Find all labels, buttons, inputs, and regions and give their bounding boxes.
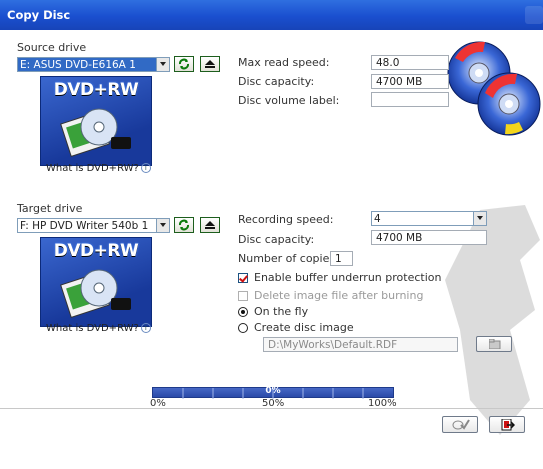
target-drive-label: Target drive [17,202,83,215]
target-what-is-text: What is DVD+RW? [46,323,139,334]
source-media-image: DVD+RW [40,76,152,166]
exit-icon [501,419,515,431]
source-media-logo: DVD+RW [53,80,139,100]
info-icon: i [140,163,151,173]
target-what-is-link[interactable]: What is DVD+RW? i [46,323,151,334]
title-bar: Copy Disc [0,0,543,30]
refresh-icon [179,219,189,231]
progress-percent-label: 0% [265,386,281,396]
window-title: Copy Disc [7,8,71,22]
recording-speed-value: 4 [374,213,381,225]
browse-button[interactable] [476,336,512,352]
max-read-speed-label: Max read speed: [238,56,330,69]
delete-image-checkbox[interactable] [238,291,248,301]
create-image-radio[interactable] [238,323,248,333]
source-eject-button[interactable] [200,56,220,72]
footer-divider [0,408,543,409]
buffer-underrun-checkbox[interactable] [238,273,248,283]
disc-volume-label-field[interactable] [371,92,449,107]
burn-ok-icon [452,419,470,430]
disc-artwork-icon [447,41,541,136]
dialog-body: Source drive E: ASUS DVD-E616A 1 DVD+RW … [0,30,543,469]
folder-browse-icon [489,339,501,349]
copies-label: Number of copies: [238,252,339,265]
dvd-case-icon [60,108,131,157]
source-disc-capacity-label: Disc capacity: [238,75,315,88]
exit-button[interactable] [489,416,525,433]
image-path-field[interactable]: D:\MyWorks\Default.RDF [263,337,458,352]
info-icon: i [140,323,151,333]
delete-image-label: Delete image file after burning [254,289,424,302]
copies-field[interactable]: 1 [330,251,353,266]
chevron-down-icon[interactable] [473,212,486,225]
target-drive-value: F: HP DVD Writer 540b 1 [20,220,149,232]
eject-icon [205,221,215,229]
source-refresh-button[interactable] [174,56,194,72]
target-disc-capacity-field: 4700 MB [371,230,487,245]
create-image-label: Create disc image [254,321,354,334]
target-media-image: DVD+RW [40,237,152,327]
burn-progress-bar: 0% [152,386,394,399]
target-media-logo: DVD+RW [53,241,139,261]
target-drive-select[interactable]: F: HP DVD Writer 540b 1 [17,218,170,233]
dvd-case-icon [60,269,131,318]
target-refresh-button[interactable] [174,217,194,233]
disc-volume-label-label: Disc volume label: [238,94,340,107]
target-eject-button[interactable] [200,217,220,233]
on-the-fly-label: On the fly [254,305,309,318]
source-disc-capacity-field: 4700 MB [371,74,449,89]
recording-speed-select[interactable]: 4 [371,211,487,226]
target-disc-capacity-label: Disc capacity: [238,233,315,246]
source-what-is-link[interactable]: What is DVD+RW? i [46,163,151,174]
source-drive-label: Source drive [17,41,87,54]
chevron-down-icon[interactable] [156,219,169,232]
source-what-is-text: What is DVD+RW? [46,163,139,174]
source-drive-select[interactable]: E: ASUS DVD-E616A 1 [17,57,170,72]
close-button[interactable] [525,6,543,24]
source-drive-value: E: ASUS DVD-E616A 1 [20,59,136,71]
eject-icon [205,60,215,68]
chevron-down-icon[interactable] [156,58,169,71]
buffer-underrun-label: Enable buffer underrun protection [254,271,442,284]
recording-speed-label: Recording speed: [238,213,334,226]
refresh-icon [179,58,189,70]
max-read-speed-field: 48.0 [371,55,449,70]
on-the-fly-radio[interactable] [238,307,248,317]
burn-ok-button[interactable] [442,416,478,433]
